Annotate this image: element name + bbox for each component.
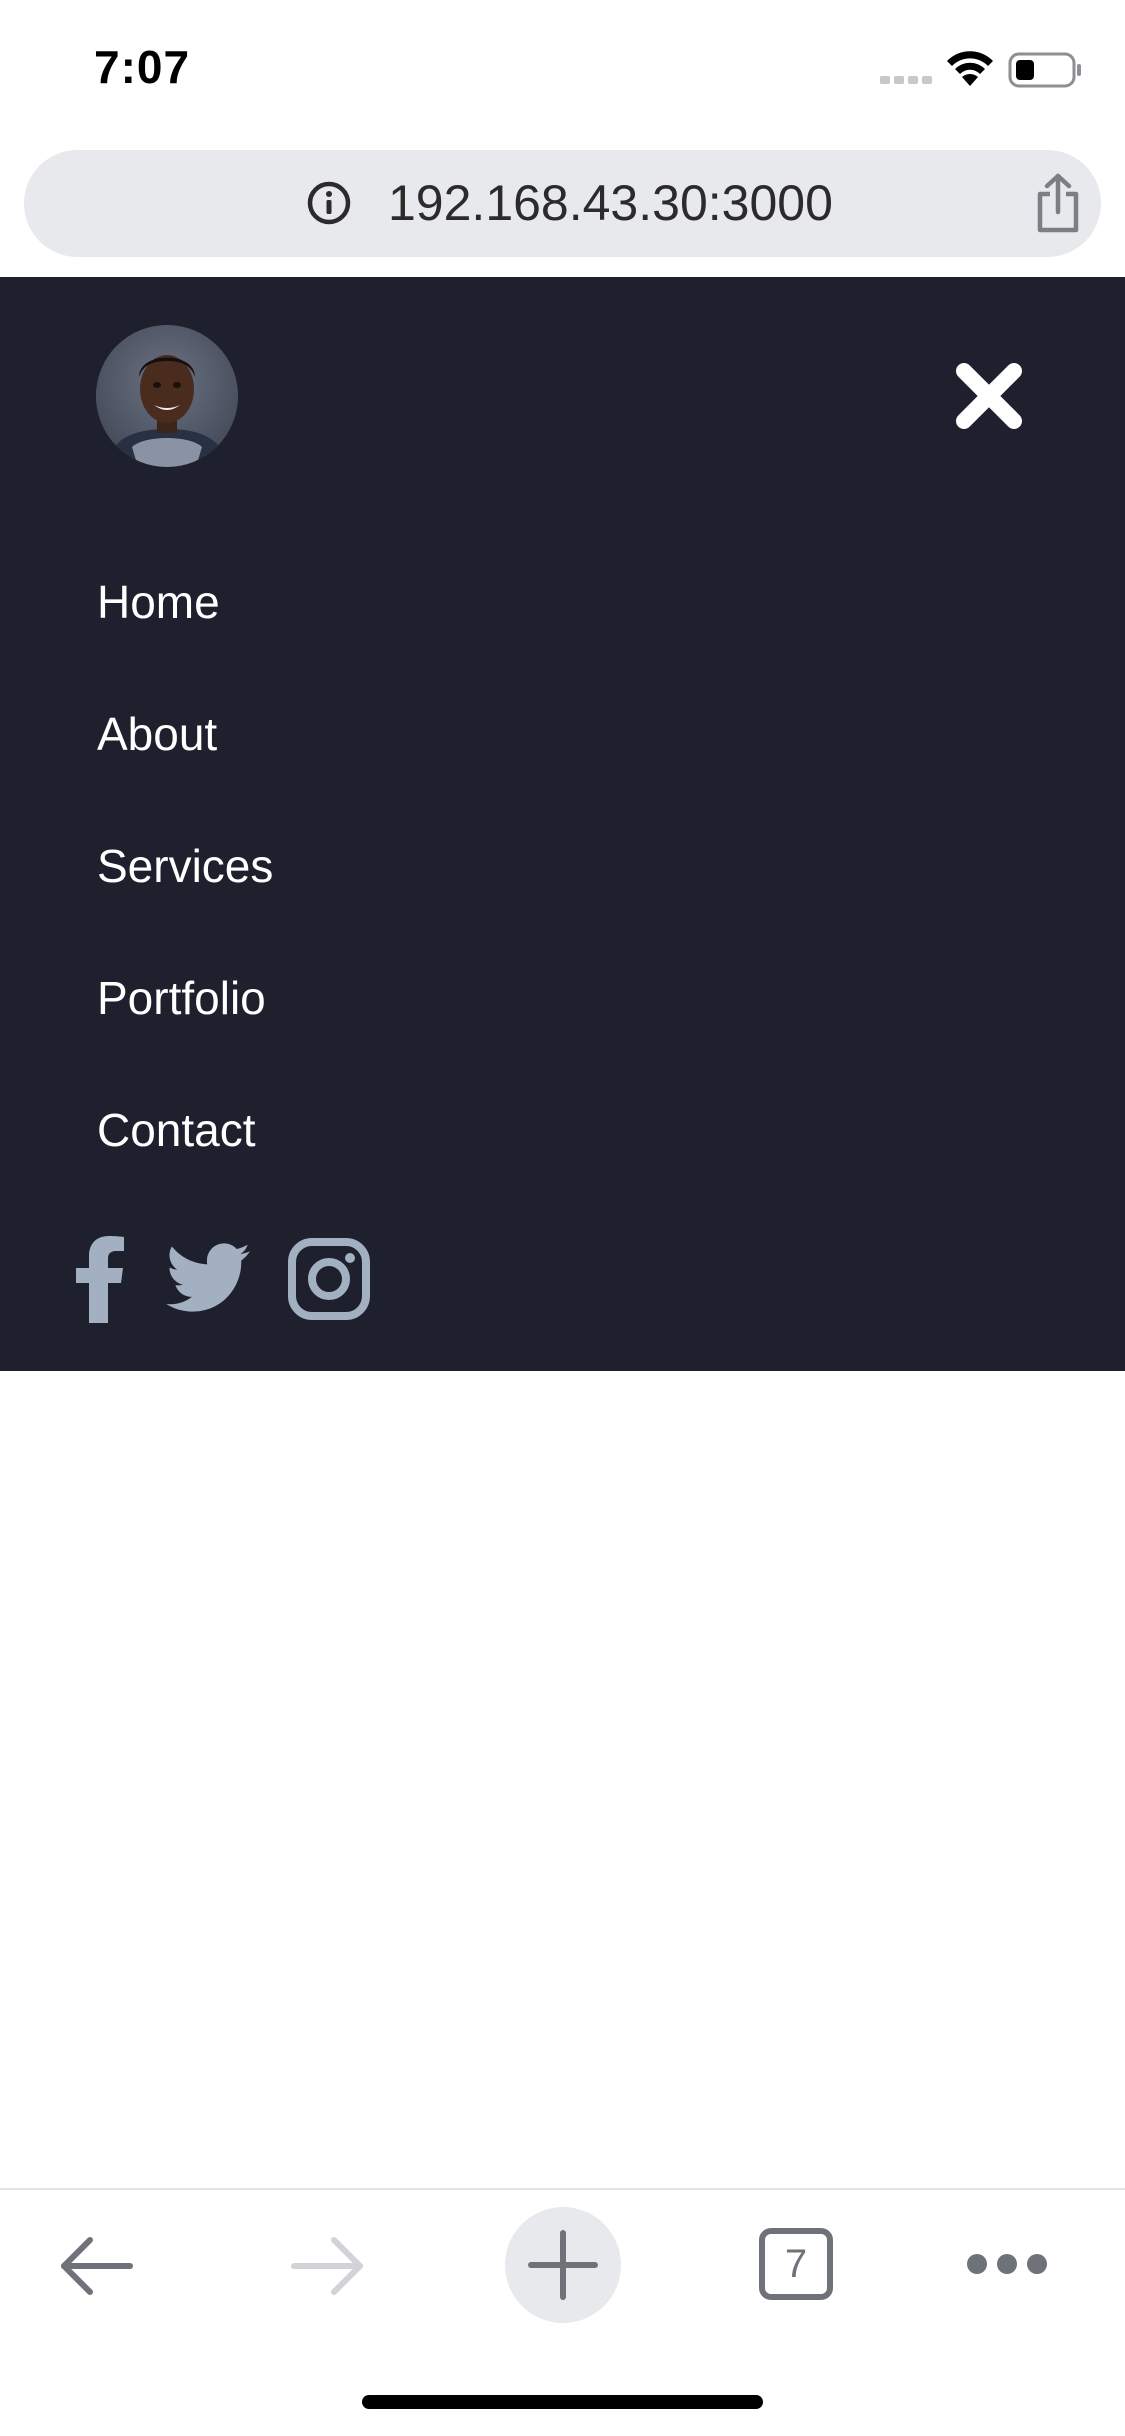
new-tab-button[interactable] (505, 2207, 621, 2323)
close-button[interactable] (954, 361, 1024, 431)
more-icon[interactable] (966, 2252, 1048, 2276)
share-icon[interactable] (1032, 172, 1084, 234)
avatar (96, 325, 238, 467)
close-icon[interactable] (954, 361, 1024, 431)
address-bar[interactable]: 192.168.43.30:3000 (24, 150, 1101, 257)
nav-item-contact[interactable]: Contact (97, 1102, 256, 1158)
signal-dots-icon (880, 76, 932, 84)
back-arrow-icon[interactable] (58, 2234, 134, 2298)
address-url[interactable]: 192.168.43.30:3000 (388, 172, 833, 234)
tab-count: 7 (784, 2242, 808, 2286)
forward-arrow-icon[interactable] (290, 2234, 366, 2298)
instagram-icon[interactable] (288, 1238, 370, 1320)
battery-icon (1008, 52, 1081, 88)
facebook-icon[interactable] (75, 1233, 125, 1323)
nav-item-services[interactable]: Services (97, 838, 273, 894)
nav-item-portfolio[interactable]: Portfolio (97, 970, 266, 1026)
tabs-icon[interactable]: 7 (759, 2228, 833, 2300)
nav-item-about[interactable]: About (97, 706, 217, 762)
nav-menu-panel: Home About Services Portfolio Contact (0, 277, 1125, 1371)
info-icon[interactable] (306, 180, 352, 226)
avatar-portrait (96, 325, 238, 467)
nav-item-home[interactable]: Home (97, 574, 220, 630)
home-indicator (362, 2395, 763, 2409)
twitter-icon[interactable] (166, 1243, 250, 1313)
status-time: 7:07 (94, 41, 191, 93)
wifi-icon (947, 51, 993, 86)
status-bar: 7:07 (0, 0, 1125, 140)
plus-icon[interactable] (525, 2227, 601, 2303)
